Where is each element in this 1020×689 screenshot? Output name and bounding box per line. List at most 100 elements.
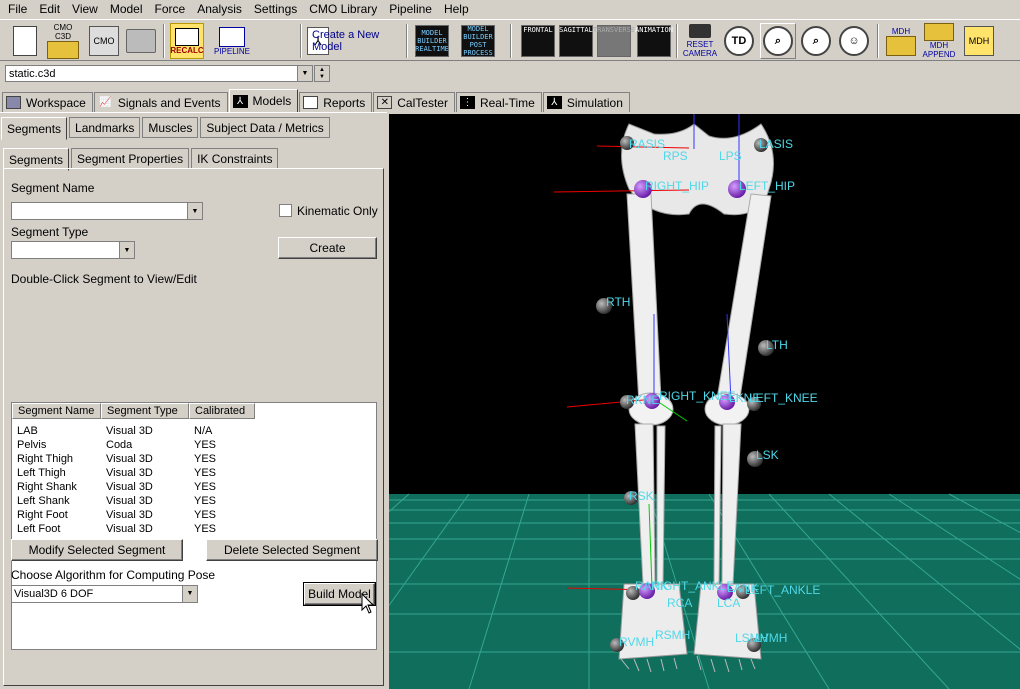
tab-real-time[interactable]: ⋮ Real-Time [455, 92, 542, 112]
modify-selected-segment-button[interactable]: Modify Selected Segment [11, 539, 183, 561]
table-row[interactable]: Left Thigh Visual 3D YES [12, 466, 376, 480]
table-row[interactable]: Left Shank Visual 3D YES [12, 494, 376, 508]
skeleton-scene: RASIS LASIS RPS LPS RIGHT_HIP LEFT_HIP R… [389, 114, 1020, 689]
tab-signals-and-events[interactable]: 📈 Signals and Events [93, 92, 228, 112]
dropdown-arrow-icon[interactable]: ▼ [187, 203, 202, 219]
algorithm-select[interactable]: Visual3D 6 DOF ▼ [11, 585, 198, 603]
label-lvmh: LVMH [755, 631, 787, 645]
dropdown-arrow-icon[interactable]: ▼ [297, 66, 312, 81]
caltester-icon: ✕ [377, 96, 393, 109]
table-header: Segment Name Segment Type Calibrated [12, 403, 376, 419]
model-builder-realtime-button[interactable]: MODEL BUILDER REALTIME [414, 23, 450, 59]
tab-models[interactable]: ⅄ Models [228, 89, 299, 112]
printer-icon [126, 29, 156, 53]
tab-simulation[interactable]: ⅄ Simulation [542, 92, 630, 112]
model-sub-tabs: Segments Landmarks Muscles Subject Data … [1, 117, 332, 140]
menu-settings[interactable]: Settings [248, 0, 303, 18]
label-lasis: LASIS [759, 137, 793, 151]
reset-camera-button[interactable]: RESET CAMERA [682, 23, 718, 59]
frontal-view-button[interactable]: FRONTAL [520, 23, 556, 59]
tab-caltester[interactable]: ✕ CalTester [373, 92, 455, 112]
spin-down-icon[interactable]: ▼ [319, 74, 325, 80]
label-lsk: LSK [756, 448, 779, 462]
menu-edit[interactable]: Edit [33, 0, 66, 18]
realtime-icon: ⋮ [459, 96, 475, 109]
person-icon: ☺ [839, 26, 869, 56]
label-rsk: RSK [629, 489, 654, 503]
td-view-button[interactable]: TD [721, 23, 757, 59]
label-left-hip: LEFT_HIP [739, 179, 795, 193]
tab-muscles[interactable]: Muscles [142, 117, 199, 138]
menu-cmo-library[interactable]: CMO Library [303, 0, 383, 18]
label-lca: LCA [717, 596, 740, 610]
column-segment-type[interactable]: Segment Type [101, 403, 189, 419]
label-right-ankle: RIGHT_ANKLE [651, 579, 734, 593]
dropdown-arrow-icon[interactable]: ▼ [119, 242, 134, 258]
create-new-model-button[interactable]: ⅄ Create a New Model [307, 24, 399, 58]
kinematic-only-checkbox[interactable] [279, 204, 292, 217]
menu-analysis[interactable]: Analysis [191, 0, 248, 18]
mdh-save-button[interactable]: MDH [961, 23, 997, 59]
3d-viewport[interactable]: RASIS LASIS RPS LPS RIGHT_HIP LEFT_HIP R… [389, 114, 1020, 689]
tab-segments[interactable]: Segments [1, 117, 68, 140]
file-select[interactable]: static.c3d ▼ [5, 65, 313, 82]
table-row[interactable]: LAB Visual 3D N/A [12, 424, 376, 438]
toolbar-separator [510, 24, 512, 58]
pipeline-icon [219, 26, 245, 47]
tab-subject-data-metrics[interactable]: Subject Data / Metrics [200, 117, 330, 138]
pipeline-button[interactable]: PIPELINE [214, 23, 250, 59]
skeleton-icon: ⅄ [232, 94, 248, 108]
segment-name-label: Segment Name [11, 181, 95, 195]
tab-reports[interactable]: Reports [299, 92, 373, 112]
table-row[interactable]: Right Shank Visual 3D YES [12, 480, 376, 494]
print-button[interactable] [123, 23, 159, 59]
mdh-append-button[interactable]: MDH APPEND [921, 23, 957, 59]
table-row[interactable]: Right Thigh Visual 3D YES [12, 452, 376, 466]
recalc-button[interactable]: RECALC [170, 23, 204, 59]
menu-model[interactable]: Model [104, 0, 149, 18]
menu-pipeline[interactable]: Pipeline [383, 0, 438, 18]
camera-icon [689, 24, 711, 38]
zoom-bone-button[interactable]: ⌕ [760, 23, 796, 59]
animation-button[interactable]: ANIMATION [635, 23, 673, 59]
dropdown-arrow-icon[interactable]: ▼ [182, 586, 197, 602]
segment-name-select[interactable]: ▼ [11, 202, 203, 220]
zoom-segment-button[interactable]: ⌕ [798, 23, 834, 59]
model-builder-post-process-button[interactable]: MODEL BUILDER POST PROCESS [460, 23, 496, 59]
tab-segment-properties[interactable]: Segment Properties [71, 148, 190, 169]
label-lpsis: LPS [719, 149, 742, 163]
table-row[interactable]: Left Foot Visual 3D YES [12, 522, 376, 536]
label-rca: RCA [667, 596, 692, 610]
menu-force[interactable]: Force [149, 0, 192, 18]
tab-ik-constraints[interactable]: IK Constraints [191, 148, 279, 169]
tab-workspace[interactable]: Workspace [2, 92, 93, 112]
sagittal-view-button[interactable]: SAGITTAL [558, 23, 594, 59]
delete-selected-segment-button[interactable]: Delete Selected Segment [206, 539, 378, 561]
table-row[interactable]: Right Foot Visual 3D YES [12, 508, 376, 522]
spin-up-icon[interactable]: ▲ [319, 67, 325, 73]
table-row[interactable]: Pelvis Coda YES [12, 438, 376, 452]
recalc-icon [175, 27, 199, 46]
tab-landmarks[interactable]: Landmarks [69, 117, 141, 138]
open-cmo-c3d-button[interactable]: CMO C3D [45, 23, 81, 59]
column-segment-name[interactable]: Segment Name [12, 403, 101, 419]
menu-file[interactable]: File [2, 0, 33, 18]
segments-table[interactable]: Segment Name Segment Type Calibrated LAB… [11, 402, 377, 650]
column-calibrated[interactable]: Calibrated [189, 403, 255, 419]
save-cmo-button[interactable]: CMO [86, 23, 122, 59]
skeleton-view-button[interactable]: ☺ [836, 23, 872, 59]
menu-view[interactable]: View [66, 0, 104, 18]
thigh-bones [626, 193, 772, 405]
mdh-button[interactable]: MDH [883, 23, 919, 59]
create-button[interactable]: Create [278, 237, 377, 259]
label-right-hip: RIGHT_HIP [645, 179, 709, 193]
model-panel: Segments Landmarks Muscles Subject Data … [0, 112, 387, 689]
toolbar-separator [300, 24, 302, 58]
transverse-view-button[interactable]: TRANSVERSE [593, 23, 635, 59]
new-file-button[interactable] [7, 23, 43, 59]
menu-help[interactable]: Help [438, 0, 475, 18]
double-click-label: Double-Click Segment to View/Edit [11, 272, 197, 286]
file-spinner[interactable]: ▲ ▼ [314, 65, 330, 82]
segment-type-select[interactable]: ▼ [11, 241, 135, 259]
label-left-knee: LEFT_KNEE [749, 391, 818, 405]
